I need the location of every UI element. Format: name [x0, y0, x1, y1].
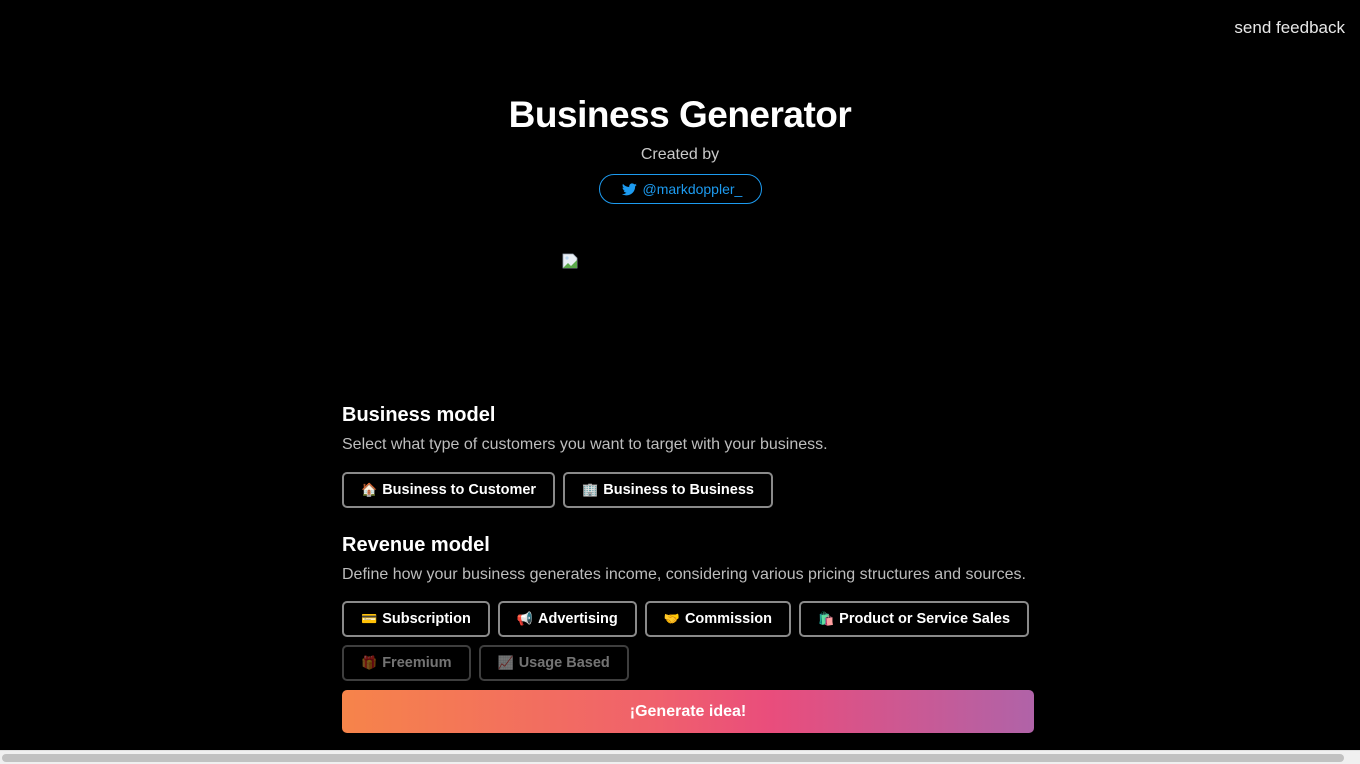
- option-usage-based[interactable]: 📈 Usage Based: [478, 645, 629, 681]
- page-title: Business Generator: [508, 94, 852, 135]
- house-icon: 🏠: [361, 482, 378, 497]
- option-product-or-service-sales[interactable]: 🛍️ Product or Service Sales: [798, 601, 1030, 637]
- twitter-handle: @markdoppler_: [642, 181, 743, 197]
- scrollbar-thumb[interactable]: [2, 754, 1344, 762]
- business-model-title: Business model: [342, 404, 496, 426]
- option-freemium[interactable]: 🎁 Freemium: [342, 645, 471, 681]
- option-label: Freemium: [382, 655, 452, 671]
- option-label: Subscription: [382, 611, 471, 627]
- broken-image-icon: [562, 253, 578, 269]
- created-by-label: Created by: [640, 146, 720, 163]
- horizontal-scrollbar[interactable]: [0, 750, 1360, 764]
- option-advertising[interactable]: 📢 Advertising: [497, 601, 637, 637]
- page-header: Business Generator Created by @markdoppl…: [0, 94, 1360, 204]
- office-building-icon: 🏢: [582, 482, 599, 497]
- handshake-icon: 🤝: [663, 611, 680, 626]
- gift-icon: 🎁: [361, 655, 378, 670]
- twitter-bird-icon: [621, 182, 637, 195]
- send-feedback-link[interactable]: send feedback: [1234, 18, 1345, 38]
- option-label: Business to Customer: [382, 482, 537, 498]
- option-label: Usage Based: [518, 655, 610, 671]
- business-model-section: Business model Select what type of custo…: [342, 404, 1034, 508]
- option-label: Product or Service Sales: [839, 611, 1011, 627]
- option-label: Business to Business: [603, 482, 754, 498]
- business-model-description: Select what type of customers you want t…: [342, 436, 828, 453]
- revenue-model-description: Define how your business generates incom…: [342, 566, 1026, 583]
- chart-increasing-icon: 📈: [497, 655, 514, 670]
- option-label: Advertising: [538, 611, 618, 627]
- generator-form: Business model Select what type of custo…: [342, 404, 1034, 681]
- business-model-options: 🏠 Business to Customer 🏢 Business to Bus…: [342, 472, 1034, 508]
- option-label: Commission: [684, 611, 772, 627]
- generate-idea-button[interactable]: ¡Generate idea!: [342, 690, 1034, 733]
- credit-card-icon: 💳: [361, 611, 378, 626]
- megaphone-icon: 📢: [516, 611, 533, 626]
- revenue-model-section: Revenue model Define how your business g…: [342, 534, 1034, 681]
- option-business-to-business[interactable]: 🏢 Business to Business: [563, 472, 773, 508]
- option-business-to-customer[interactable]: 🏠 Business to Customer: [342, 472, 556, 508]
- shopping-bags-icon: 🛍️: [817, 611, 835, 626]
- option-subscription[interactable]: 💳 Subscription: [342, 601, 490, 637]
- revenue-model-title: Revenue model: [342, 534, 490, 556]
- twitter-profile-link[interactable]: @markdoppler_: [598, 174, 762, 204]
- option-commission[interactable]: 🤝 Commission: [644, 601, 791, 637]
- revenue-model-options: 💳 Subscription 📢 Advertising 🤝 Commissio…: [342, 601, 1034, 681]
